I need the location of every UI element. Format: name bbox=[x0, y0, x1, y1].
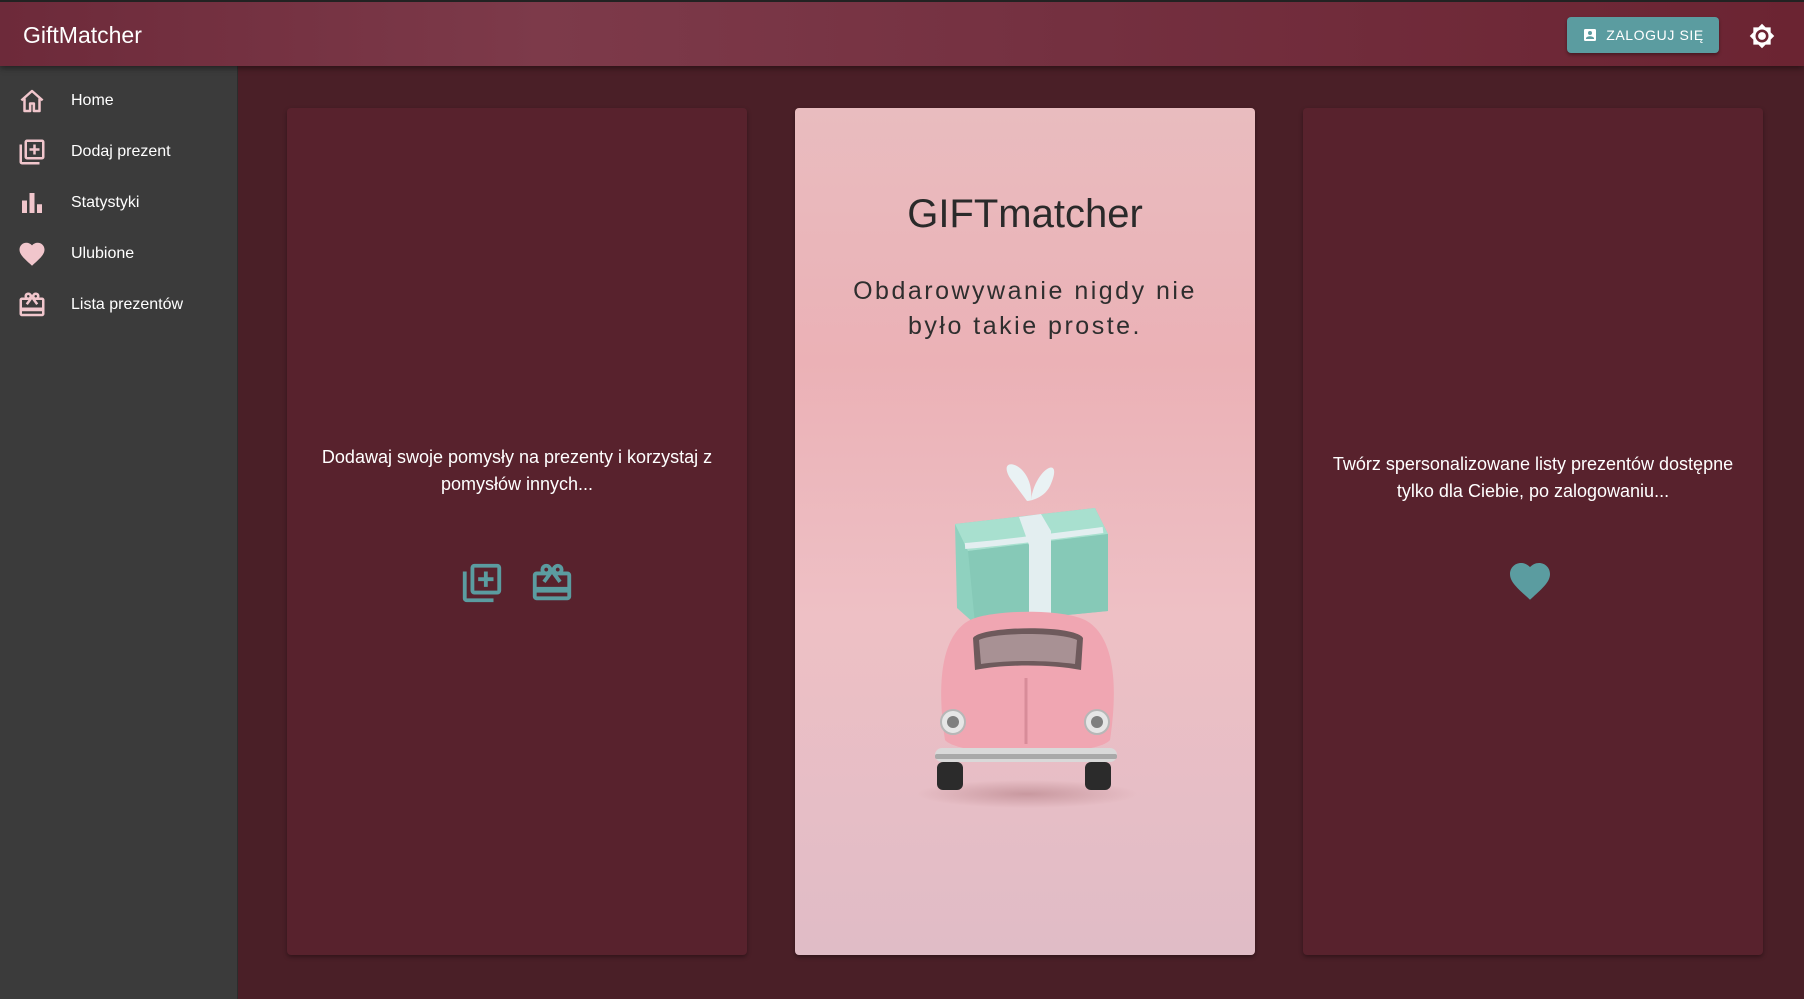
hero-title: GIFTmatcher bbox=[907, 192, 1143, 236]
sidebar-item-ulubione[interactable]: Ulubione bbox=[0, 231, 238, 277]
add-box-icon bbox=[19, 139, 45, 165]
card-personal-lists-text: Twórz spersonalizowane listy prezentów d… bbox=[1332, 454, 1734, 501]
login-button[interactable]: ZALOGUJ SIĘ bbox=[1567, 17, 1719, 53]
sidebar-item-label: Dodaj prezent bbox=[71, 143, 171, 160]
sidebar-item-label: Statystyki bbox=[71, 194, 140, 211]
sidebar-item-lista-prezentow[interactable]: Lista prezentów bbox=[0, 282, 238, 328]
theme-toggle-button[interactable] bbox=[1749, 23, 1775, 49]
heart-icon[interactable] bbox=[1506, 557, 1554, 605]
gift-card-icon bbox=[19, 292, 45, 317]
card-personal-lists: Twórz spersonalizowane listy prezentów d… bbox=[1303, 108, 1763, 955]
gift-card-icon[interactable] bbox=[529, 560, 575, 606]
sidebar-item-label: Ulubione bbox=[71, 245, 135, 262]
app-bar: GiftMatcher ZALOGUJ SIĘ bbox=[0, 0, 1804, 66]
sidebar-item-label: Home bbox=[71, 92, 114, 109]
brightness-icon bbox=[1749, 23, 1775, 49]
app-title[interactable]: GiftMatcher bbox=[23, 22, 142, 49]
account-box-icon bbox=[1584, 29, 1597, 41]
card-add-ideas-text: Dodawaj swoje pomysły na prezenty i korz… bbox=[321, 447, 713, 494]
bar-chart-icon bbox=[22, 193, 42, 213]
home-icon bbox=[20, 89, 44, 113]
add-box-icon[interactable] bbox=[459, 560, 505, 606]
sidebar-item-home[interactable]: Home bbox=[0, 78, 238, 124]
sidebar-item-dodaj-prezent[interactable]: Dodaj prezent bbox=[0, 129, 238, 175]
card-add-ideas: Dodawaj swoje pomysły na prezenty i korz… bbox=[287, 108, 747, 955]
hero-subtitle: Obdarowywanie nigdy nie było takie prost… bbox=[853, 277, 1197, 340]
login-button-label: ZALOGUJ SIĘ bbox=[1606, 27, 1704, 43]
sidebar: Home Dodaj prezent Statystyki Ulubione L… bbox=[0, 66, 238, 999]
hero-card: GIFTmatcher Obdarowywanie nigdy nie było… bbox=[795, 108, 1255, 955]
sidebar-item-statystyki[interactable]: Statystyki bbox=[0, 180, 238, 226]
sidebar-item-label: Lista prezentów bbox=[71, 296, 184, 313]
heart-icon bbox=[19, 242, 45, 266]
